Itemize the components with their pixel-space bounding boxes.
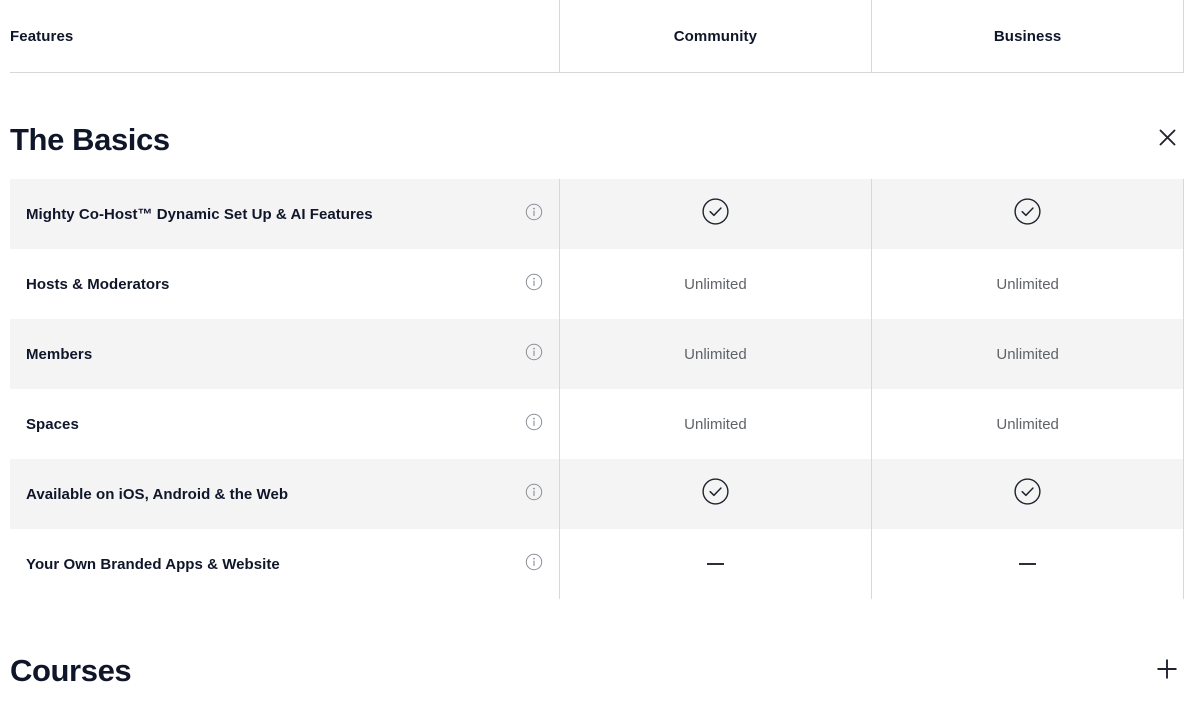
value-text: Unlimited [996, 275, 1059, 293]
not-included-dash-icon [706, 563, 724, 565]
value-text: Unlimited [996, 415, 1059, 433]
close-icon [1158, 128, 1177, 150]
feature-name-cell: Hosts & Moderators [10, 249, 559, 319]
value-cell-business: Unlimited [871, 249, 1184, 319]
value-text: Unlimited [684, 345, 747, 363]
feature-name-cell: Mighty Co-Host™ Dynamic Set Up & AI Feat… [10, 179, 559, 249]
value-cell-community [558, 179, 872, 249]
feature-label: Available on iOS, Android & the Web [26, 485, 289, 503]
pricing-comparison-page: Features Community Business The Basics M… [0, 0, 1192, 707]
plus-icon [1155, 657, 1179, 684]
table-row: Your Own Branded Apps & Website [10, 529, 1184, 599]
value-cell-community [558, 459, 872, 529]
section-header-courses[interactable]: Courses [10, 641, 1184, 699]
value-cell-community: Unlimited [558, 319, 872, 389]
info-icon[interactable] [525, 273, 543, 296]
value-cell-community [558, 529, 872, 599]
plan-column-label-business: Business [993, 27, 1062, 45]
feature-label: Hosts & Moderators [26, 275, 170, 293]
feature-name-cell: Spaces [10, 389, 559, 459]
plan-column-label-community: Community [673, 27, 758, 45]
info-icon[interactable] [525, 203, 543, 226]
table-row: Spaces Unlimited Unlimited [10, 389, 1184, 459]
value-cell-business [871, 459, 1184, 529]
value-cell-community: Unlimited [558, 389, 872, 459]
section-collapse-button[interactable] [1150, 122, 1184, 156]
info-icon[interactable] [525, 343, 543, 366]
comparison-table-header: Features Community Business [10, 0, 1184, 73]
header-cell-business: Business [871, 0, 1184, 72]
value-text: Unlimited [684, 275, 747, 293]
feature-name-cell: Available on iOS, Android & the Web [10, 459, 559, 529]
not-included-dash-icon [1019, 563, 1037, 565]
info-icon[interactable] [525, 553, 543, 576]
value-cell-community: Unlimited [558, 249, 872, 319]
feature-table-the-basics: Mighty Co-Host™ Dynamic Set Up & AI Feat… [10, 179, 1184, 599]
header-cell-community: Community [558, 0, 872, 72]
value-text: Unlimited [996, 345, 1059, 363]
value-cell-business [871, 529, 1184, 599]
feature-label: Spaces [26, 415, 79, 433]
value-cell-business: Unlimited [871, 319, 1184, 389]
section-header-the-basics[interactable]: The Basics [10, 110, 1184, 168]
feature-label: Members [26, 345, 93, 363]
info-icon[interactable] [525, 413, 543, 436]
value-cell-business: Unlimited [871, 389, 1184, 459]
table-row: Available on iOS, Android & the Web [10, 459, 1184, 529]
feature-name-cell: Your Own Branded Apps & Website [10, 529, 559, 599]
feature-label: Your Own Branded Apps & Website [26, 555, 280, 573]
value-text: Unlimited [684, 415, 747, 433]
section-title: The Basics [10, 121, 170, 157]
section-title: Courses [10, 652, 132, 688]
header-cell-features: Features [10, 0, 559, 72]
table-row: Hosts & Moderators Unlimited Unlimited [10, 249, 1184, 319]
value-cell-business [871, 179, 1184, 249]
check-circle-icon [702, 478, 729, 510]
check-circle-icon [1014, 198, 1041, 230]
table-row: Members Unlimited Unlimited [10, 319, 1184, 389]
info-icon[interactable] [525, 483, 543, 506]
features-column-label: Features [10, 27, 74, 45]
section-expand-button[interactable] [1150, 653, 1184, 687]
table-row: Mighty Co-Host™ Dynamic Set Up & AI Feat… [10, 179, 1184, 249]
check-circle-icon [702, 198, 729, 230]
check-circle-icon [1014, 478, 1041, 510]
feature-label: Mighty Co-Host™ Dynamic Set Up & AI Feat… [26, 205, 373, 223]
feature-name-cell: Members [10, 319, 559, 389]
